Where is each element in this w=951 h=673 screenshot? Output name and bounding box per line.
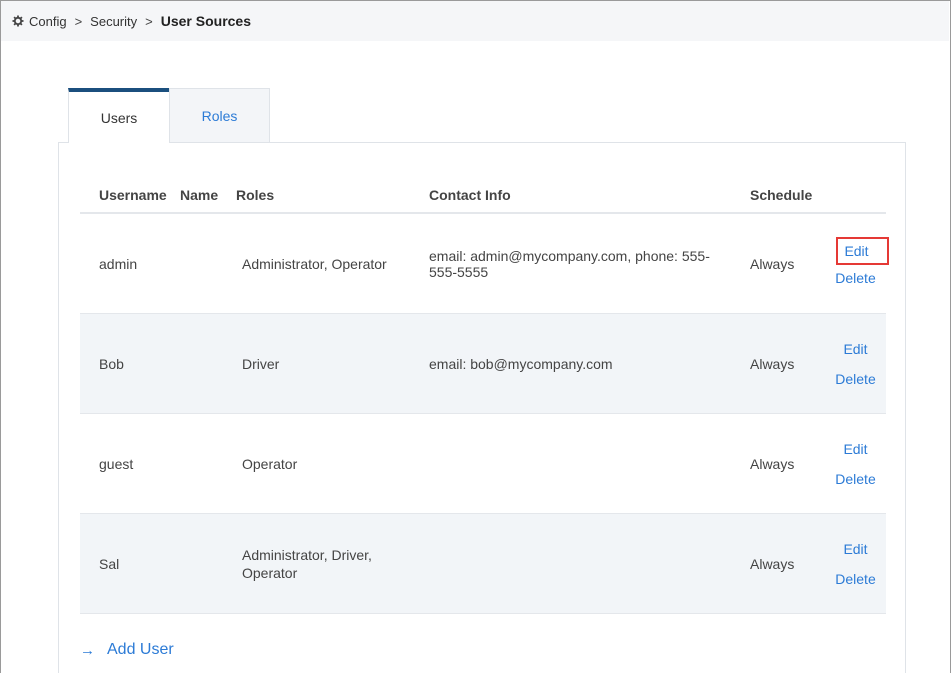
breadcrumb-separator: >	[74, 13, 83, 29]
cell-roles: Administrator, Operator	[242, 255, 387, 272]
table-row: Bob Driver email: bob@mycompany.com Alwa…	[80, 314, 886, 414]
header-name[interactable]: Name	[180, 187, 236, 203]
delete-link[interactable]: Delete	[835, 263, 875, 293]
cell-contact-info: email: admin@mycompany.com, phone: 555-5…	[429, 247, 710, 280]
delete-link[interactable]: Delete	[835, 564, 875, 594]
edit-link[interactable]: Edit	[843, 534, 867, 564]
cell-roles: Driver	[242, 355, 280, 372]
breadcrumb-config[interactable]: Config	[29, 14, 67, 29]
add-user-link[interactable]: → Add User	[80, 641, 174, 659]
cell-actions: Edit Delete	[825, 534, 886, 594]
cell-username: Sal	[99, 555, 120, 572]
delete-link[interactable]: Delete	[835, 464, 875, 494]
breadcrumb-separator: >	[145, 13, 153, 29]
tab-roles[interactable]: Roles	[169, 88, 270, 143]
cell-username: admin	[99, 255, 138, 272]
cell-schedule: Always	[750, 255, 795, 272]
table-header: Username Name Roles Contact Info Schedul…	[80, 178, 886, 214]
cell-schedule: Always	[750, 555, 795, 572]
edit-link[interactable]: Edit	[836, 236, 889, 265]
breadcrumb-security[interactable]: Security	[90, 14, 137, 29]
cell-schedule: Always	[750, 355, 795, 372]
header-roles[interactable]: Roles	[236, 186, 421, 204]
breadcrumb-current: User Sources	[160, 13, 252, 29]
delete-link[interactable]: Delete	[835, 364, 875, 394]
cell-roles: Administrator, Driver, Operator	[242, 546, 372, 581]
table-row: guest Operator Always Edit Delete	[80, 414, 886, 514]
gear-icon	[12, 15, 24, 27]
tab-bar: Users Roles	[68, 88, 270, 143]
users-table: Username Name Roles Contact Info Schedul…	[80, 178, 889, 614]
cell-schedule: Always	[750, 455, 795, 472]
table-row: Sal Administrator, Driver, Operator Alwa…	[80, 514, 886, 614]
cell-username: Bob	[99, 355, 124, 372]
cell-actions: Edit Delete	[825, 334, 886, 394]
breadcrumb: Config > Security > User Sources	[1, 1, 949, 41]
cell-roles: Operator	[242, 455, 298, 472]
header-username[interactable]: Username	[80, 187, 180, 203]
arrow-right-icon: →	[80, 641, 95, 659]
cell-actions: Edit Delete	[825, 235, 889, 293]
add-user-label: Add User	[107, 641, 174, 658]
tab-users[interactable]: Users	[68, 88, 169, 143]
edit-link[interactable]: Edit	[843, 434, 867, 464]
header-schedule[interactable]: Schedule	[750, 187, 825, 203]
edit-link[interactable]: Edit	[843, 334, 867, 364]
cell-contact-info: email: bob@mycompany.com	[429, 355, 613, 372]
header-contact-info[interactable]: Contact Info	[421, 187, 750, 203]
cell-username: guest	[99, 455, 134, 472]
cell-actions: Edit Delete	[825, 434, 886, 494]
table-row: admin Administrator, Operator email: adm…	[80, 214, 889, 314]
